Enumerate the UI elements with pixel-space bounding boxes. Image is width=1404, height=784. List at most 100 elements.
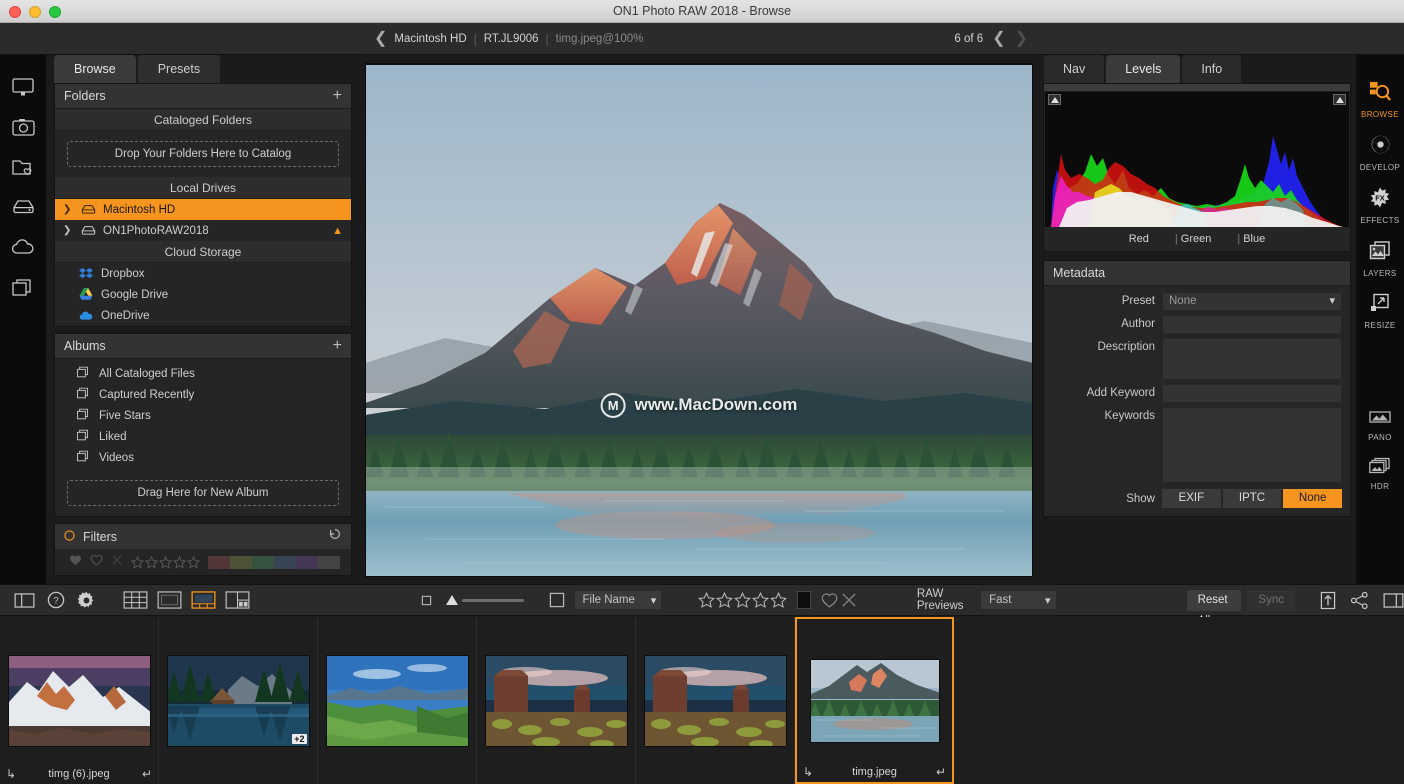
panel-left-icon[interactable] (14, 592, 35, 608)
chevron-right-icon[interactable]: ❯ (63, 204, 73, 215)
album-item-liked[interactable]: Liked (55, 426, 351, 447)
show-none-button[interactable]: None (1283, 489, 1343, 508)
x-icon[interactable] (841, 592, 857, 608)
list-item[interactable] (636, 617, 795, 784)
channel-red[interactable]: Red (1129, 233, 1149, 245)
next-image-icon[interactable]: ❯ (1015, 30, 1028, 47)
reset-arrow-icon[interactable] (328, 527, 342, 546)
heart-filled-icon[interactable] (69, 553, 82, 571)
tab-browse[interactable]: Browse (54, 55, 136, 83)
chevron-down-icon[interactable]: ▾ (1329, 293, 1335, 310)
filmstrip-view-icon[interactable] (191, 591, 216, 609)
sync-button[interactable]: Sync (1247, 589, 1295, 611)
thumbnail-size-track[interactable] (462, 598, 524, 602)
prev-image-icon[interactable]: ❮ (992, 30, 1005, 47)
add-keyword-field[interactable] (1162, 384, 1342, 403)
chevron-right-icon[interactable]: ❯ (63, 225, 73, 236)
drive-row-on1photoraw2018[interactable]: ❯ ON1PhotoRAW2018 ▲ (55, 220, 351, 241)
chevron-down-icon[interactable]: ▾ (1045, 594, 1051, 607)
module-develop[interactable]: DEVELOP (1356, 134, 1404, 172)
new-album-dropzone[interactable]: Drag Here for New Album (67, 480, 339, 506)
show-iptc-button[interactable]: IPTC (1222, 489, 1282, 508)
camera-icon[interactable] (8, 113, 38, 141)
albums-icon[interactable] (8, 273, 38, 301)
share-node-icon[interactable] (1350, 591, 1369, 610)
rotate-right-icon[interactable]: ↵ (142, 767, 152, 781)
rating-filter-stars[interactable] (131, 555, 200, 569)
cloud-row-onedrive[interactable]: OneDrive (55, 305, 351, 326)
rotate-left-icon[interactable]: ↳ (6, 767, 16, 781)
monitor-icon[interactable] (8, 73, 38, 101)
plus-icon[interactable]: + (333, 338, 342, 354)
highlight-clip-warning-icon[interactable] (1333, 94, 1346, 105)
chevron-down-icon[interactable]: ▾ (651, 594, 657, 607)
rotate-left-icon[interactable]: ↳ (803, 765, 813, 779)
channel-blue[interactable]: | Blue (1237, 233, 1265, 245)
color-label-filter[interactable] (208, 555, 340, 569)
large-square-icon[interactable] (549, 592, 565, 608)
close-button[interactable] (9, 6, 21, 18)
album-item-captured-recently[interactable]: Captured Recently (55, 384, 351, 405)
grid-view-icon[interactable] (123, 591, 148, 609)
reset-all-button[interactable]: Reset All (1186, 589, 1242, 627)
module-resize[interactable]: RESIZE (1356, 293, 1404, 330)
list-item[interactable] (477, 617, 636, 784)
eject-icon[interactable]: ▲ (332, 225, 343, 237)
gear-icon[interactable] (77, 591, 96, 610)
thumbnail-size-slider[interactable] (444, 594, 460, 606)
module-pano[interactable]: PANO (1356, 409, 1404, 442)
drive-row-macintosh-hd[interactable]: ❯ Macintosh HD (55, 199, 351, 220)
module-hdr[interactable]: HDR (1356, 457, 1404, 491)
channel-green[interactable]: | Green (1175, 233, 1211, 245)
list-item[interactable]: timg.jpeg ↳ ↵ (795, 617, 954, 784)
author-field[interactable] (1162, 315, 1342, 334)
x-icon[interactable] (111, 553, 123, 571)
rating-stars[interactable] (698, 591, 788, 609)
folder-heart-icon[interactable] (8, 153, 38, 181)
description-field[interactable] (1162, 338, 1342, 380)
catalog-dropzone[interactable]: Drop Your Folders Here to Catalog (67, 141, 339, 167)
album-item-videos[interactable]: Videos (55, 447, 351, 468)
cloud-row-dropbox[interactable]: Dropbox (55, 263, 351, 284)
module-layers[interactable]: LAYERS (1356, 240, 1404, 278)
share-up-icon[interactable] (1320, 591, 1336, 610)
tab-nav[interactable]: Nav (1044, 55, 1105, 83)
show-exif-button[interactable]: EXIF (1162, 489, 1221, 508)
module-effects[interactable]: FX EFFECTS (1356, 187, 1404, 225)
list-item[interactable]: timg (6).jpeg ↳ ↵ (0, 617, 159, 784)
cloud-row-google-drive[interactable]: Google Drive (55, 284, 351, 305)
panel-right-icon[interactable] (1383, 592, 1404, 608)
window-controls[interactable] (9, 6, 61, 18)
tab-levels[interactable]: Levels (1106, 55, 1181, 83)
minimize-button[interactable] (29, 6, 41, 18)
image-preview-area[interactable]: M www.MacDown.com (360, 55, 1038, 584)
sort-dropdown[interactable]: File Name ▾ (573, 590, 663, 610)
plus-icon[interactable]: + (333, 88, 342, 104)
drive-icon[interactable] (8, 193, 38, 221)
compare-view-icon[interactable] (225, 591, 250, 609)
shadow-clip-warning-icon[interactable] (1048, 94, 1061, 105)
list-item[interactable]: +2 (159, 617, 318, 784)
maximize-button[interactable] (49, 6, 61, 18)
breadcrumb-item-0[interactable]: Macintosh HD (394, 33, 466, 45)
raw-previews-dropdown[interactable]: Fast ▾ (980, 590, 1057, 610)
tab-info[interactable]: Info (1182, 55, 1242, 83)
filmstrip[interactable]: timg (6).jpeg ↳ ↵ +2 timg.jpeg ↳ ↵ (0, 617, 1404, 784)
keywords-field[interactable] (1162, 407, 1342, 483)
album-item-five-stars[interactable]: Five Stars (55, 405, 351, 426)
small-square-icon[interactable] (421, 595, 432, 606)
cloud-icon[interactable] (8, 233, 38, 261)
back-chevron-icon[interactable]: ❮ (374, 30, 387, 47)
module-browse[interactable]: BROWSE (1356, 81, 1404, 119)
heart-outline-icon[interactable] (90, 553, 103, 571)
album-item-all-cataloged-files[interactable]: All Cataloged Files (55, 363, 351, 384)
question-circle-icon[interactable]: ? (47, 591, 65, 609)
heart-icon[interactable] (821, 592, 838, 608)
rotate-right-icon[interactable]: ↵ (936, 765, 946, 779)
single-view-icon[interactable] (157, 591, 182, 609)
list-item[interactable] (318, 617, 477, 784)
tab-presets[interactable]: Presets (137, 55, 221, 83)
preset-select[interactable]: None ▾ (1162, 292, 1342, 311)
color-label-swatch[interactable] (797, 591, 811, 609)
breadcrumb-item-1[interactable]: RT.JL9006 (484, 33, 539, 45)
